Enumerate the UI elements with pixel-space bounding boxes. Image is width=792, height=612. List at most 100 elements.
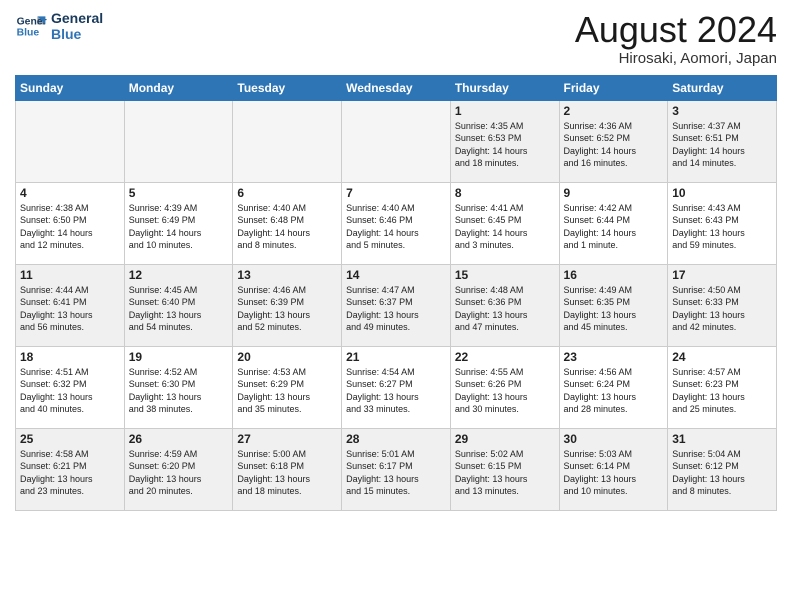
header-saturday: Saturday	[668, 75, 777, 100]
cell-week3-day0: 18 Sunrise: 4:51 AM Sunset: 6:32 PM Dayli…	[16, 346, 125, 428]
page-container: General Blue General Blue August 2024 Hi…	[0, 0, 792, 519]
header: General Blue General Blue August 2024 Hi…	[15, 10, 777, 67]
header-sunday: Sunday	[16, 75, 125, 100]
header-monday: Monday	[124, 75, 233, 100]
day-number: 4	[20, 186, 120, 200]
day-info: Sunrise: 5:00 AM Sunset: 6:18 PM Dayligh…	[237, 448, 337, 498]
day-number: 12	[129, 268, 229, 282]
cell-week4-day0: 25 Sunrise: 4:58 AM Sunset: 6:21 PM Dayli…	[16, 428, 125, 510]
day-number: 25	[20, 432, 120, 446]
cell-week1-day0: 4Sunrise: 4:38 AM Sunset: 6:50 PM Daylig…	[16, 182, 125, 264]
day-number: 19	[129, 350, 229, 364]
day-number: 5	[129, 186, 229, 200]
cell-week1-day1: 5 Sunrise: 4:39 AM Sunset: 6:49 PM Daylig…	[124, 182, 233, 264]
cell-week1-day5: 9Sunrise: 4:42 AM Sunset: 6:44 PM Daylig…	[559, 182, 668, 264]
day-info: Sunrise: 4:52 AM Sunset: 6:30 PM Dayligh…	[129, 366, 229, 416]
day-info: Sunrise: 4:50 AM Sunset: 6:33 PM Dayligh…	[672, 284, 772, 334]
cell-week0-day2	[233, 100, 342, 182]
cell-week4-day1: 26 Sunrise: 4:59 AM Sunset: 6:20 PM Dayli…	[124, 428, 233, 510]
cell-week2-day0: 11Sunrise: 4:44 AM Sunset: 6:41 PM Dayli…	[16, 264, 125, 346]
day-number: 17	[672, 268, 772, 282]
cell-week4-day4: 29 Sunrise: 5:02 AM Sunset: 6:15 PM Dayli…	[450, 428, 559, 510]
day-number: 28	[346, 432, 446, 446]
cell-week0-day6: 3Sunrise: 4:37 AM Sunset: 6:51 PM Daylig…	[668, 100, 777, 182]
day-number: 10	[672, 186, 772, 200]
logo: General Blue General Blue	[15, 10, 103, 42]
week-row-0: 1 Sunrise: 4:35 AM Sunset: 6:53 PM Daylig…	[16, 100, 777, 182]
day-info: Sunrise: 4:40 AM Sunset: 6:48 PM Dayligh…	[237, 202, 337, 252]
header-tuesday: Tuesday	[233, 75, 342, 100]
day-info: Sunrise: 5:03 AM Sunset: 6:14 PM Dayligh…	[564, 448, 664, 498]
cell-week1-day3: 7Sunrise: 4:40 AM Sunset: 6:46 PM Daylig…	[342, 182, 451, 264]
cell-week2-day6: 17 Sunrise: 4:50 AM Sunset: 6:33 PM Dayli…	[668, 264, 777, 346]
calendar-table: SundayMondayTuesdayWednesdayThursdayFrid…	[15, 75, 777, 511]
cell-week1-day6: 10Sunrise: 4:43 AM Sunset: 6:43 PM Dayli…	[668, 182, 777, 264]
cell-week2-day5: 16 Sunrise: 4:49 AM Sunset: 6:35 PM Dayli…	[559, 264, 668, 346]
header-wednesday: Wednesday	[342, 75, 451, 100]
day-info: Sunrise: 4:49 AM Sunset: 6:35 PM Dayligh…	[564, 284, 664, 334]
day-info: Sunrise: 4:40 AM Sunset: 6:46 PM Dayligh…	[346, 202, 446, 252]
week-row-2: 11Sunrise: 4:44 AM Sunset: 6:41 PM Dayli…	[16, 264, 777, 346]
cell-week3-day1: 19 Sunrise: 4:52 AM Sunset: 6:30 PM Dayli…	[124, 346, 233, 428]
day-info: Sunrise: 4:46 AM Sunset: 6:39 PM Dayligh…	[237, 284, 337, 334]
day-number: 16	[564, 268, 664, 282]
logo-icon: General Blue	[15, 10, 47, 42]
day-number: 14	[346, 268, 446, 282]
month-title: August 2024	[575, 10, 777, 50]
day-number: 15	[455, 268, 555, 282]
svg-text:Blue: Blue	[17, 28, 40, 39]
day-number: 11	[20, 268, 120, 282]
day-info: Sunrise: 4:54 AM Sunset: 6:27 PM Dayligh…	[346, 366, 446, 416]
day-info: Sunrise: 5:02 AM Sunset: 6:15 PM Dayligh…	[455, 448, 555, 498]
title-block: August 2024 Hirosaki, Aomori, Japan	[575, 10, 777, 67]
day-info: Sunrise: 4:48 AM Sunset: 6:36 PM Dayligh…	[455, 284, 555, 334]
location: Hirosaki, Aomori, Japan	[575, 50, 777, 67]
day-number: 6	[237, 186, 337, 200]
header-thursday: Thursday	[450, 75, 559, 100]
cell-week4-day3: 28Sunrise: 5:01 AM Sunset: 6:17 PM Dayli…	[342, 428, 451, 510]
cell-week3-day2: 20Sunrise: 4:53 AM Sunset: 6:29 PM Dayli…	[233, 346, 342, 428]
day-number: 22	[455, 350, 555, 364]
header-friday: Friday	[559, 75, 668, 100]
day-number: 21	[346, 350, 446, 364]
day-info: Sunrise: 4:56 AM Sunset: 6:24 PM Dayligh…	[564, 366, 664, 416]
cell-week0-day3	[342, 100, 451, 182]
cell-week4-day6: 31 Sunrise: 5:04 AM Sunset: 6:12 PM Dayli…	[668, 428, 777, 510]
day-info: Sunrise: 4:39 AM Sunset: 6:49 PM Dayligh…	[129, 202, 229, 252]
cell-week1-day2: 6 Sunrise: 4:40 AM Sunset: 6:48 PM Daylig…	[233, 182, 342, 264]
day-number: 24	[672, 350, 772, 364]
day-info: Sunrise: 4:35 AM Sunset: 6:53 PM Dayligh…	[455, 120, 555, 170]
day-number: 13	[237, 268, 337, 282]
cell-week3-day3: 21 Sunrise: 4:54 AM Sunset: 6:27 PM Dayli…	[342, 346, 451, 428]
day-number: 9	[564, 186, 664, 200]
cell-week2-day3: 14 Sunrise: 4:47 AM Sunset: 6:37 PM Dayli…	[342, 264, 451, 346]
cell-week4-day2: 27 Sunrise: 5:00 AM Sunset: 6:18 PM Dayli…	[233, 428, 342, 510]
day-number: 8	[455, 186, 555, 200]
day-number: 31	[672, 432, 772, 446]
cell-week3-day6: 24 Sunrise: 4:57 AM Sunset: 6:23 PM Dayli…	[668, 346, 777, 428]
day-info: Sunrise: 4:51 AM Sunset: 6:32 PM Dayligh…	[20, 366, 120, 416]
day-number: 30	[564, 432, 664, 446]
day-number: 23	[564, 350, 664, 364]
day-number: 3	[672, 104, 772, 118]
day-info: Sunrise: 4:59 AM Sunset: 6:20 PM Dayligh…	[129, 448, 229, 498]
day-number: 20	[237, 350, 337, 364]
cell-week2-day1: 12Sunrise: 4:45 AM Sunset: 6:40 PM Dayli…	[124, 264, 233, 346]
day-info: Sunrise: 4:41 AM Sunset: 6:45 PM Dayligh…	[455, 202, 555, 252]
day-info: Sunrise: 4:58 AM Sunset: 6:21 PM Dayligh…	[20, 448, 120, 498]
day-info: Sunrise: 4:57 AM Sunset: 6:23 PM Dayligh…	[672, 366, 772, 416]
day-info: Sunrise: 4:47 AM Sunset: 6:37 PM Dayligh…	[346, 284, 446, 334]
day-number: 2	[564, 104, 664, 118]
day-number: 26	[129, 432, 229, 446]
week-row-4: 25 Sunrise: 4:58 AM Sunset: 6:21 PM Dayli…	[16, 428, 777, 510]
day-info: Sunrise: 5:04 AM Sunset: 6:12 PM Dayligh…	[672, 448, 772, 498]
day-number: 27	[237, 432, 337, 446]
cell-week3-day5: 23 Sunrise: 4:56 AM Sunset: 6:24 PM Dayli…	[559, 346, 668, 428]
week-row-1: 4Sunrise: 4:38 AM Sunset: 6:50 PM Daylig…	[16, 182, 777, 264]
day-number: 18	[20, 350, 120, 364]
week-row-3: 18 Sunrise: 4:51 AM Sunset: 6:32 PM Dayli…	[16, 346, 777, 428]
cell-week0-day1	[124, 100, 233, 182]
day-number: 29	[455, 432, 555, 446]
day-info: Sunrise: 4:36 AM Sunset: 6:52 PM Dayligh…	[564, 120, 664, 170]
day-number: 1	[455, 104, 555, 118]
